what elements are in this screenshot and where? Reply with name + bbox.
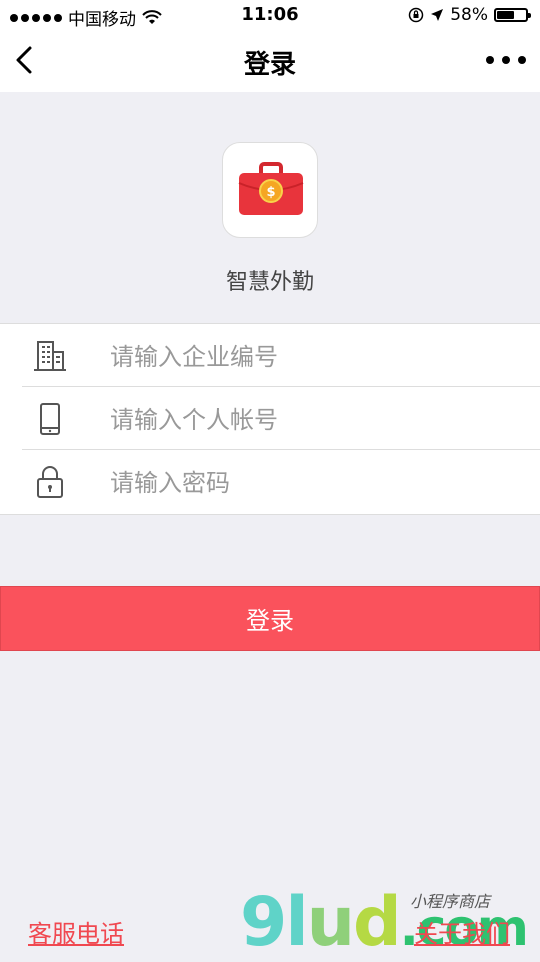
app-logo: $ <box>222 142 318 238</box>
phone-icon <box>40 403 60 435</box>
location-icon <box>431 9 444 21</box>
building-icon <box>34 341 66 371</box>
company-row <box>0 324 540 387</box>
account-input[interactable] <box>108 399 512 441</box>
page-title: 登录 <box>243 50 296 80</box>
battery-icon <box>494 8 531 22</box>
login-form <box>0 323 540 515</box>
account-row <box>0 387 540 450</box>
about-us-link[interactable]: 关于我们 <box>414 914 510 949</box>
password-row <box>0 450 540 513</box>
status-right: 58% <box>408 5 531 25</box>
app-name: 智慧外勤 <box>225 270 314 295</box>
watermark-tagline: 小程序商店 <box>410 892 491 911</box>
svg-text:$: $ <box>266 185 275 200</box>
company-id-input[interactable] <box>108 336 512 378</box>
briefcase-icon: $ <box>238 162 304 215</box>
orientation-lock-icon <box>408 7 424 23</box>
navigation-bar: 登录 <box>0 30 540 92</box>
login-button[interactable]: 登录 <box>0 586 540 651</box>
more-horizontal-icon[interactable] <box>486 48 526 72</box>
customer-service-link[interactable]: 客服电话 <box>28 914 124 949</box>
password-input[interactable] <box>108 462 512 504</box>
battery-percent: 58% <box>450 5 488 25</box>
status-bar: 中国移动 11:06 58% <box>0 0 540 30</box>
lock-icon <box>37 466 63 498</box>
